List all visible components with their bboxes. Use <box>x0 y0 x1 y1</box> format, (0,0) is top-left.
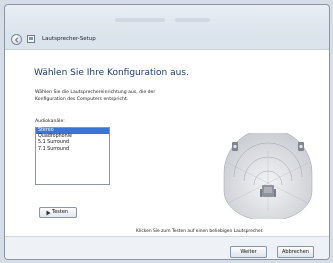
listener-chair-icon <box>260 185 276 197</box>
title-bar: Lautsprecher-Setup <box>5 5 329 49</box>
speaker-diagram <box>223 133 313 219</box>
audio-channels-label: Audiokanäle: <box>35 119 65 124</box>
speaker-setup-app-icon <box>27 35 35 43</box>
footer-bar: Weiter Abbrechen <box>5 236 329 259</box>
back-button[interactable] <box>11 34 22 45</box>
left-speaker-icon[interactable] <box>232 142 238 151</box>
blurred-background <box>115 18 165 22</box>
speaker-setup-window: Lautsprecher-Setup Wählen Sie Ihre Konfi… <box>4 4 330 260</box>
test-button[interactable]: Testen <box>39 207 77 218</box>
window-title: Lautsprecher-Setup <box>42 36 96 42</box>
page-description: Wählen Sie die Lautsprechereinrichtung a… <box>35 90 156 102</box>
blurred-background <box>175 18 210 22</box>
test-hint-text: Klicken Sie zum Testen auf einen beliebi… <box>136 229 264 234</box>
next-button[interactable]: Weiter <box>230 246 267 258</box>
test-button-label: Testen <box>52 209 69 215</box>
play-icon <box>46 210 51 216</box>
right-speaker-icon[interactable] <box>298 142 304 151</box>
audio-channels-listbox[interactable]: Stereo Quadrophonie 5.1 Surround 7.1 Sur… <box>35 127 110 185</box>
page-heading: Wählen Sie Ihre Konfiguration aus. <box>34 68 189 78</box>
back-arrow-icon <box>14 37 19 43</box>
cancel-button[interactable]: Abbrechen <box>277 246 314 258</box>
audio-channel-option-7-1-surround[interactable]: 7.1 Surround <box>36 147 109 153</box>
content-panel: Wählen Sie Ihre Konfiguration aus. Wähle… <box>5 49 329 237</box>
